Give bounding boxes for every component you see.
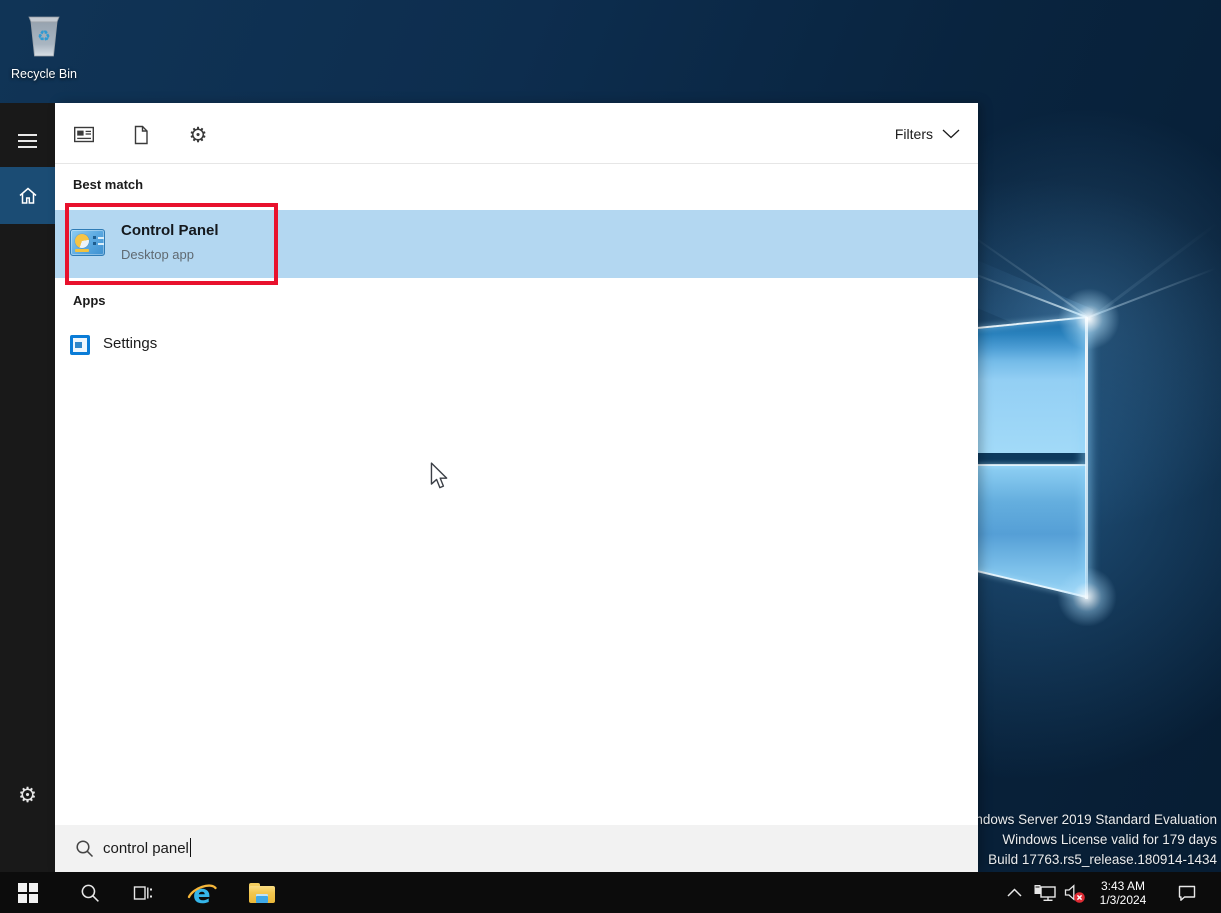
action-center-icon — [1178, 885, 1196, 901]
hamburger-icon — [18, 130, 37, 152]
logo-vertex-glow — [1058, 288, 1120, 350]
filter-documents-button[interactable] — [128, 122, 154, 148]
volume-muted-icon — [1064, 883, 1085, 903]
tray-clock[interactable]: 3:43 AM 1/3/2024 — [1090, 872, 1156, 913]
watermark-line-2: Windows License valid for 179 days — [1002, 832, 1217, 847]
sidebar-settings-button[interactable]: ⚙ — [0, 777, 55, 813]
task-view-icon — [133, 885, 152, 900]
start-button[interactable] — [6, 872, 50, 913]
chevron-down-icon — [942, 129, 960, 138]
internet-explorer-icon: e — [187, 880, 217, 909]
recycle-bin-desktop-icon[interactable]: ♻ Recycle Bin — [6, 8, 82, 81]
apps-filter-icon — [74, 126, 95, 143]
evaluation-watermark: Windows Server 2019 Standard Evaluation … — [960, 810, 1217, 870]
apps-header: Apps — [73, 293, 106, 308]
gear-icon: ⚙ — [18, 782, 37, 807]
text-caret — [189, 838, 192, 857]
search-icon — [76, 840, 94, 858]
taskbar-search-button[interactable] — [68, 872, 112, 913]
best-match-header: Best match — [73, 177, 144, 192]
search-query: control panel — [103, 838, 192, 857]
file-explorer-button[interactable] — [240, 872, 284, 913]
result-subtitle: Desktop app — [121, 247, 194, 262]
recycle-bin-label: Recycle Bin — [11, 67, 77, 81]
result-settings[interactable]: Settings — [55, 325, 978, 365]
search-filter-bar: ⚙ Filters — [55, 103, 978, 164]
file-explorer-icon — [249, 882, 275, 903]
watermark-line-3: Build 17763.rs5_release.180914-1434 — [988, 852, 1217, 867]
result-title: Settings — [103, 335, 158, 352]
gear-icon: ⚙ — [188, 122, 208, 147]
control-panel-icon — [70, 229, 105, 256]
search-flyout-sidebar: ⚙ — [0, 103, 55, 872]
pane-edge — [978, 464, 1086, 466]
tray-time: 3:43 AM — [1100, 878, 1146, 893]
internet-explorer-button[interactable]: e — [180, 872, 224, 913]
hamburger-menu-button[interactable] — [0, 123, 55, 159]
tray-date: 1/3/2024 — [1099, 892, 1147, 907]
ethernet-network-icon — [1034, 884, 1056, 901]
recycle-bin-icon: ♻ — [28, 16, 60, 57]
settings-app-icon — [70, 335, 90, 355]
logo-corner-glow — [1056, 568, 1118, 626]
filters-label: Filters — [894, 125, 933, 142]
tray-volume-button[interactable] — [1059, 872, 1089, 913]
windows-logo-right-edge — [1085, 317, 1088, 599]
sidebar-home-button[interactable] — [0, 167, 55, 224]
tray-show-hidden-icons[interactable] — [1000, 872, 1028, 913]
filters-dropdown[interactable]: Filters — [895, 103, 960, 164]
tray-network-button[interactable] — [1031, 872, 1059, 913]
result-title: Control Panel — [121, 222, 219, 239]
recycle-symbol: ♻ — [37, 27, 50, 45]
screen: Windows Server 2019 Standard Evaluation … — [0, 0, 1221, 913]
taskbar: e 3:43 AM 1/3/2024 — [0, 872, 1221, 913]
watermark-line-1: Windows Server 2019 Standard Evaluation — [959, 812, 1217, 827]
task-view-button[interactable] — [120, 872, 164, 913]
filter-apps-button[interactable] — [71, 122, 97, 148]
result-control-panel[interactable]: Control Panel Desktop app — [55, 210, 978, 278]
search-results-panel: ⚙ Filters Best match Control Panel Deskt… — [55, 103, 978, 872]
action-center-button[interactable] — [1170, 872, 1204, 913]
home-icon — [19, 187, 36, 204]
document-filter-icon — [134, 125, 148, 145]
search-input[interactable]: control panel — [55, 825, 978, 872]
search-icon — [81, 884, 99, 902]
filter-settings-button[interactable]: ⚙ — [185, 122, 211, 148]
windows-logo-icon — [18, 882, 38, 903]
chevron-up-icon — [1006, 888, 1022, 897]
